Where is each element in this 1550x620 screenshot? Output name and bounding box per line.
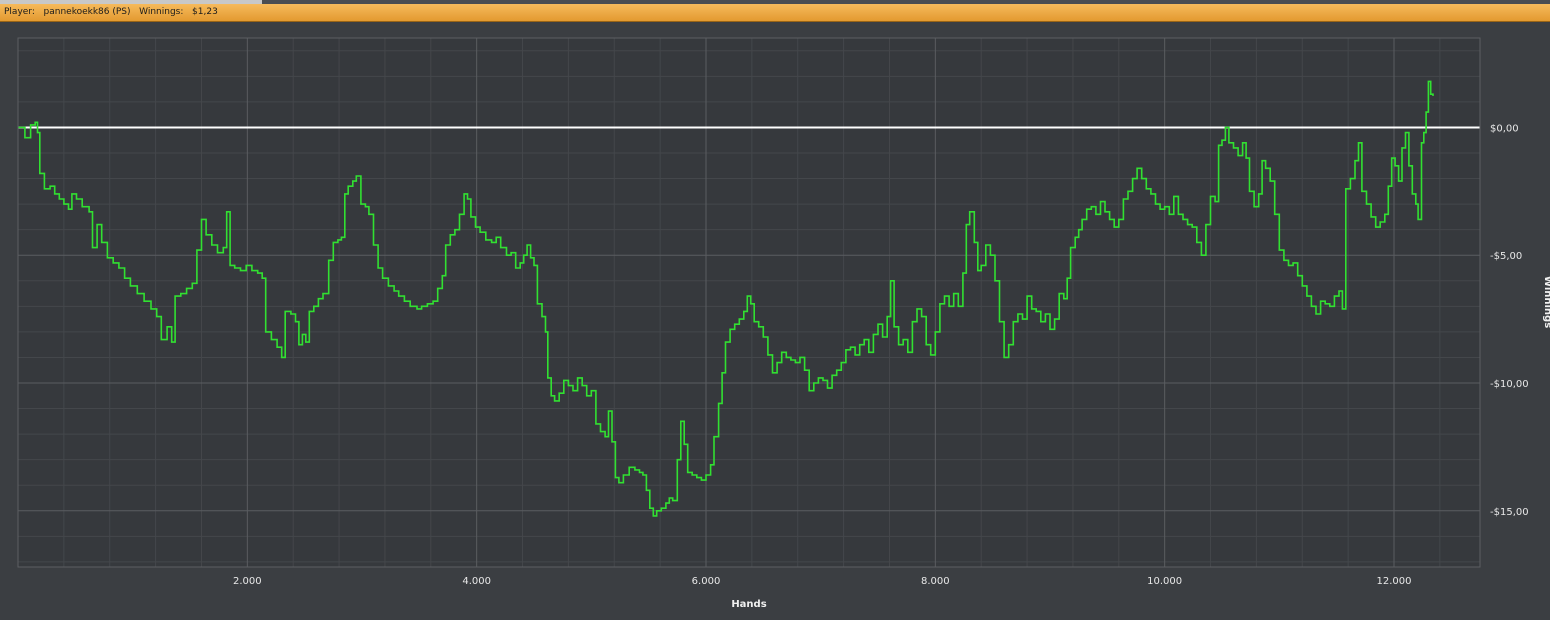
x-tick-label: 4.000 <box>462 576 491 587</box>
y-tick-label: $0,00 <box>1490 123 1519 134</box>
x-axis-title: Hands <box>731 599 766 610</box>
x-tick-label: 8.000 <box>921 576 950 587</box>
x-tick-label: 2.000 <box>233 576 262 587</box>
plot-area <box>18 38 1480 567</box>
y-tick-label: -$10,00 <box>1490 379 1529 390</box>
y-tick-label: -$5,00 <box>1490 251 1522 262</box>
x-tick-label: 10.000 <box>1147 576 1182 587</box>
x-axis-ticks: 2.000 4.000 6.000 8.000 10.000 12.000 <box>233 576 1411 587</box>
x-tick-label: 12.000 <box>1377 576 1412 587</box>
y-tick-label: -$15,00 <box>1490 507 1529 518</box>
x-tick-label: 6.000 <box>692 576 721 587</box>
y-axis-ticks: $0,00 -$5,00 -$10,00 -$15,00 <box>1490 123 1529 517</box>
winnings-chart: 2.000 4.000 6.000 8.000 10.000 12.000 $0,00 -$… <box>17 37 1550 610</box>
y-axis-title: Winnings <box>1542 276 1550 328</box>
